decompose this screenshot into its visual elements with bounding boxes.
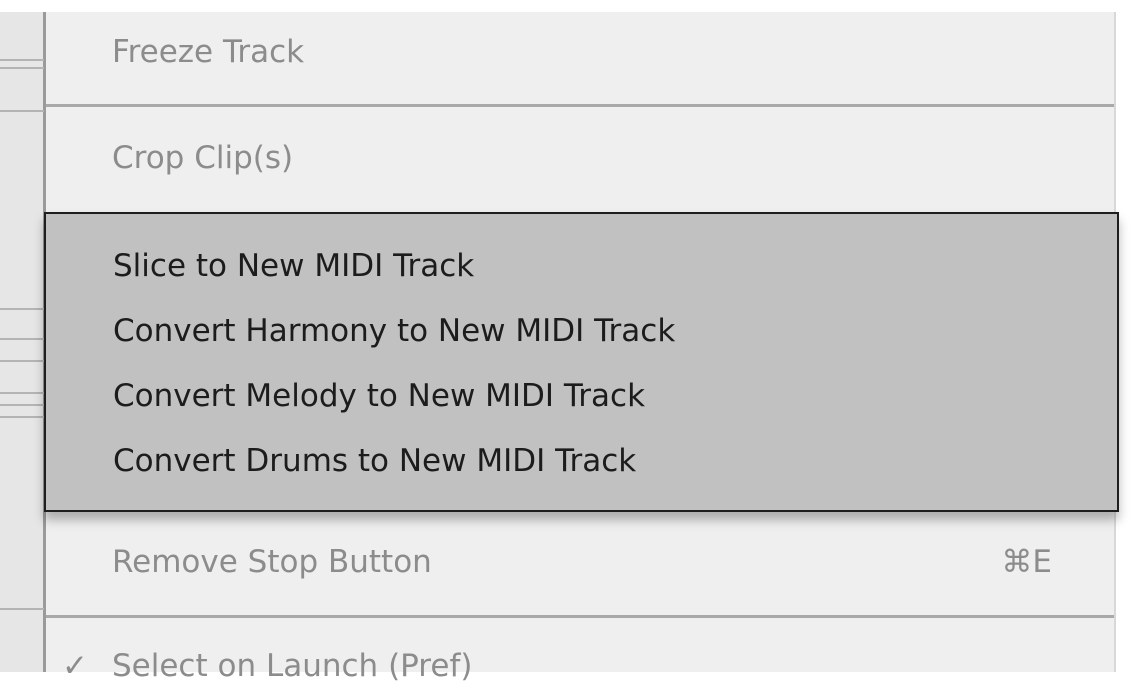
submenu-item-convert-drums[interactable]: Convert Drums to New MIDI Track <box>113 443 636 479</box>
menu-item-select-on-launch[interactable]: ✓ Select on Launch (Pref) <box>46 648 1114 688</box>
left-background-panel <box>0 12 46 672</box>
menu-item-label: Freeze Track <box>112 34 305 70</box>
panel-divider <box>0 59 44 61</box>
menu-separator <box>46 104 1114 107</box>
submenu-item-slice-to-midi[interactable]: Slice to New MIDI Track <box>113 248 474 284</box>
panel-divider <box>0 67 44 69</box>
panel-divider <box>0 404 44 406</box>
submenu-item-convert-harmony[interactable]: Convert Harmony to New MIDI Track <box>113 313 675 349</box>
panel-divider <box>0 110 44 112</box>
menu-item-label: Select on Launch (Pref) <box>112 648 473 684</box>
panel-divider <box>0 360 44 362</box>
menu-item-freeze-track[interactable]: Freeze Track <box>46 34 1114 74</box>
menu-item-label: Remove Stop Button <box>112 544 432 580</box>
convert-submenu: Slice to New MIDI Track Convert Harmony … <box>44 212 1119 512</box>
menu-item-remove-stop-button[interactable]: Remove Stop Button ⌘E <box>46 544 1114 584</box>
panel-divider <box>0 308 44 310</box>
menu-item-label: Crop Clip(s) <box>112 140 294 176</box>
menu-separator <box>46 615 1114 618</box>
panel-divider <box>0 608 44 610</box>
panel-divider <box>0 338 44 340</box>
checkmark-icon: ✓ <box>62 648 88 684</box>
panel-divider <box>0 416 44 418</box>
menu-item-crop-clips[interactable]: Crop Clip(s) <box>46 140 1114 180</box>
submenu-item-convert-melody[interactable]: Convert Melody to New MIDI Track <box>113 378 645 414</box>
shortcut-label: ⌘E <box>1001 544 1052 580</box>
panel-divider <box>0 392 44 394</box>
